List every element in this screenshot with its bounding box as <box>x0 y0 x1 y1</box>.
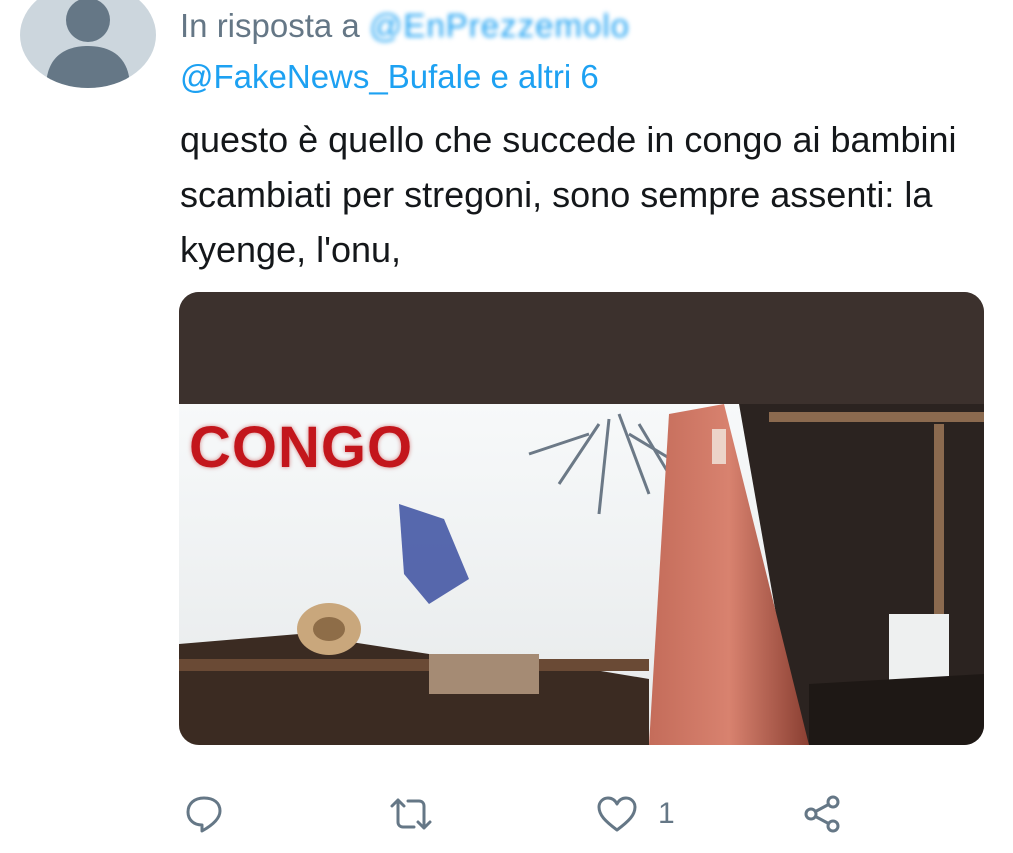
reply-prefix: In risposta a <box>180 7 360 44</box>
retweet-icon <box>390 798 432 830</box>
share-button[interactable] <box>803 790 843 838</box>
like-button[interactable]: 1 <box>596 790 675 838</box>
reply-handle-blurred[interactable]: @EnPrezzemolo <box>369 7 630 44</box>
heart-icon <box>597 796 637 832</box>
reply-context: In risposta a @EnPrezzemolo <box>180 4 630 48</box>
reply-handles[interactable]: @FakeNews_Bufale e altri 6 <box>180 55 599 99</box>
like-count: 1 <box>658 797 675 830</box>
avatar[interactable] <box>20 0 156 88</box>
reply-button[interactable] <box>185 790 223 838</box>
retweet-button[interactable] <box>388 790 434 838</box>
tweet-actions: 1 <box>0 790 1013 840</box>
media-top-band <box>179 292 984 404</box>
tweet-media[interactable]: CONGO <box>179 292 984 745</box>
media-overlay-title: CONGO <box>189 415 414 480</box>
tweet-text: questo è quello che succede in congo ai … <box>180 119 957 270</box>
default-avatar-icon <box>46 0 130 88</box>
share-icon <box>804 795 840 833</box>
reply-icon <box>186 796 222 833</box>
